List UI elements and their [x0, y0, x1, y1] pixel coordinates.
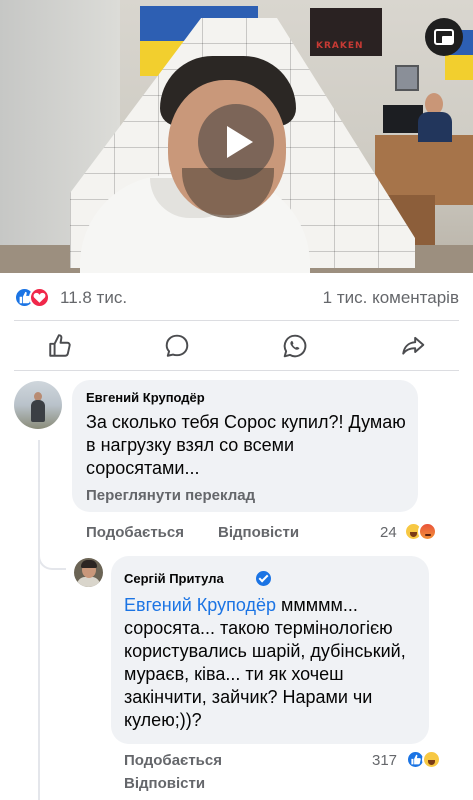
avatar[interactable]: [74, 558, 103, 587]
see-translation-link[interactable]: Переглянути переклад: [86, 487, 255, 504]
play-icon: [227, 126, 253, 158]
post-actions: [0, 330, 473, 362]
avatar-shirt: [77, 577, 100, 587]
comments-count[interactable]: 1 тис. коментарів: [323, 288, 459, 308]
divider: [14, 320, 459, 321]
avatar-hair: [81, 560, 97, 568]
wall-poster: KRAKEN: [310, 8, 382, 56]
play-button[interactable]: [198, 104, 274, 180]
comment-icon: [165, 334, 189, 357]
avatar[interactable]: [14, 381, 62, 429]
reaction-count[interactable]: 11.8 тис.: [60, 288, 127, 308]
angry-reaction-icon: [418, 522, 437, 541]
whatsapp-icon: [283, 334, 307, 358]
share-button[interactable]: [397, 330, 429, 362]
verified-badge-icon: [256, 571, 271, 586]
comment-like-button[interactable]: Подобається: [124, 752, 222, 769]
comment-author[interactable]: Евгений Круподёр: [86, 390, 205, 405]
like-button[interactable]: [44, 330, 76, 362]
share-icon: [402, 336, 425, 355]
reply-bubble: Сергій Притула Евгений Круподёр ммммм...…: [111, 556, 429, 744]
comment-text: За сколько тебя Сорос купил?! Думаю в на…: [86, 412, 406, 478]
comment-button[interactable]: [161, 330, 193, 362]
picture-in-picture-button[interactable]: [425, 18, 463, 56]
thread-connector: [38, 540, 66, 570]
avatar-body: [31, 400, 45, 422]
comment-reaction-count[interactable]: 24: [380, 524, 397, 541]
divider: [14, 370, 459, 371]
video-player[interactable]: KRAKEN: [0, 0, 473, 273]
background-person-body: [418, 112, 452, 142]
thread-line: [38, 440, 40, 800]
reaction-summary[interactable]: [14, 287, 54, 309]
wall-picture: [395, 65, 419, 91]
poster-text: KRAKEN: [316, 41, 364, 51]
comment-reply-button[interactable]: Відповісти: [218, 524, 299, 541]
comment-bubble: Евгений Круподёр За сколько тебя Сорос к…: [72, 380, 418, 512]
whatsapp-share-button[interactable]: [279, 330, 311, 362]
monitor: [383, 105, 423, 133]
comment-text: Евгений Круподёр ммммм... соросята... та…: [124, 594, 424, 732]
post-stats: 11.8 тис. 1 тис. коментарів: [0, 284, 473, 312]
comment-reaction-count[interactable]: 317: [372, 752, 397, 769]
reply-text: ммммм... соросята... такою термінологією…: [124, 595, 406, 730]
pip-inner-window: [442, 36, 453, 44]
comment-author[interactable]: Сергій Притула: [124, 571, 224, 586]
thumbs-up-icon: [49, 334, 71, 357]
comment-reply-button[interactable]: Відповісти: [124, 775, 205, 792]
mention-link[interactable]: Евгений Круподёр: [124, 595, 276, 615]
haha-reaction-icon: [422, 750, 441, 769]
comment-like-button[interactable]: Подобається: [86, 524, 184, 541]
love-reaction-icon: [29, 287, 50, 308]
